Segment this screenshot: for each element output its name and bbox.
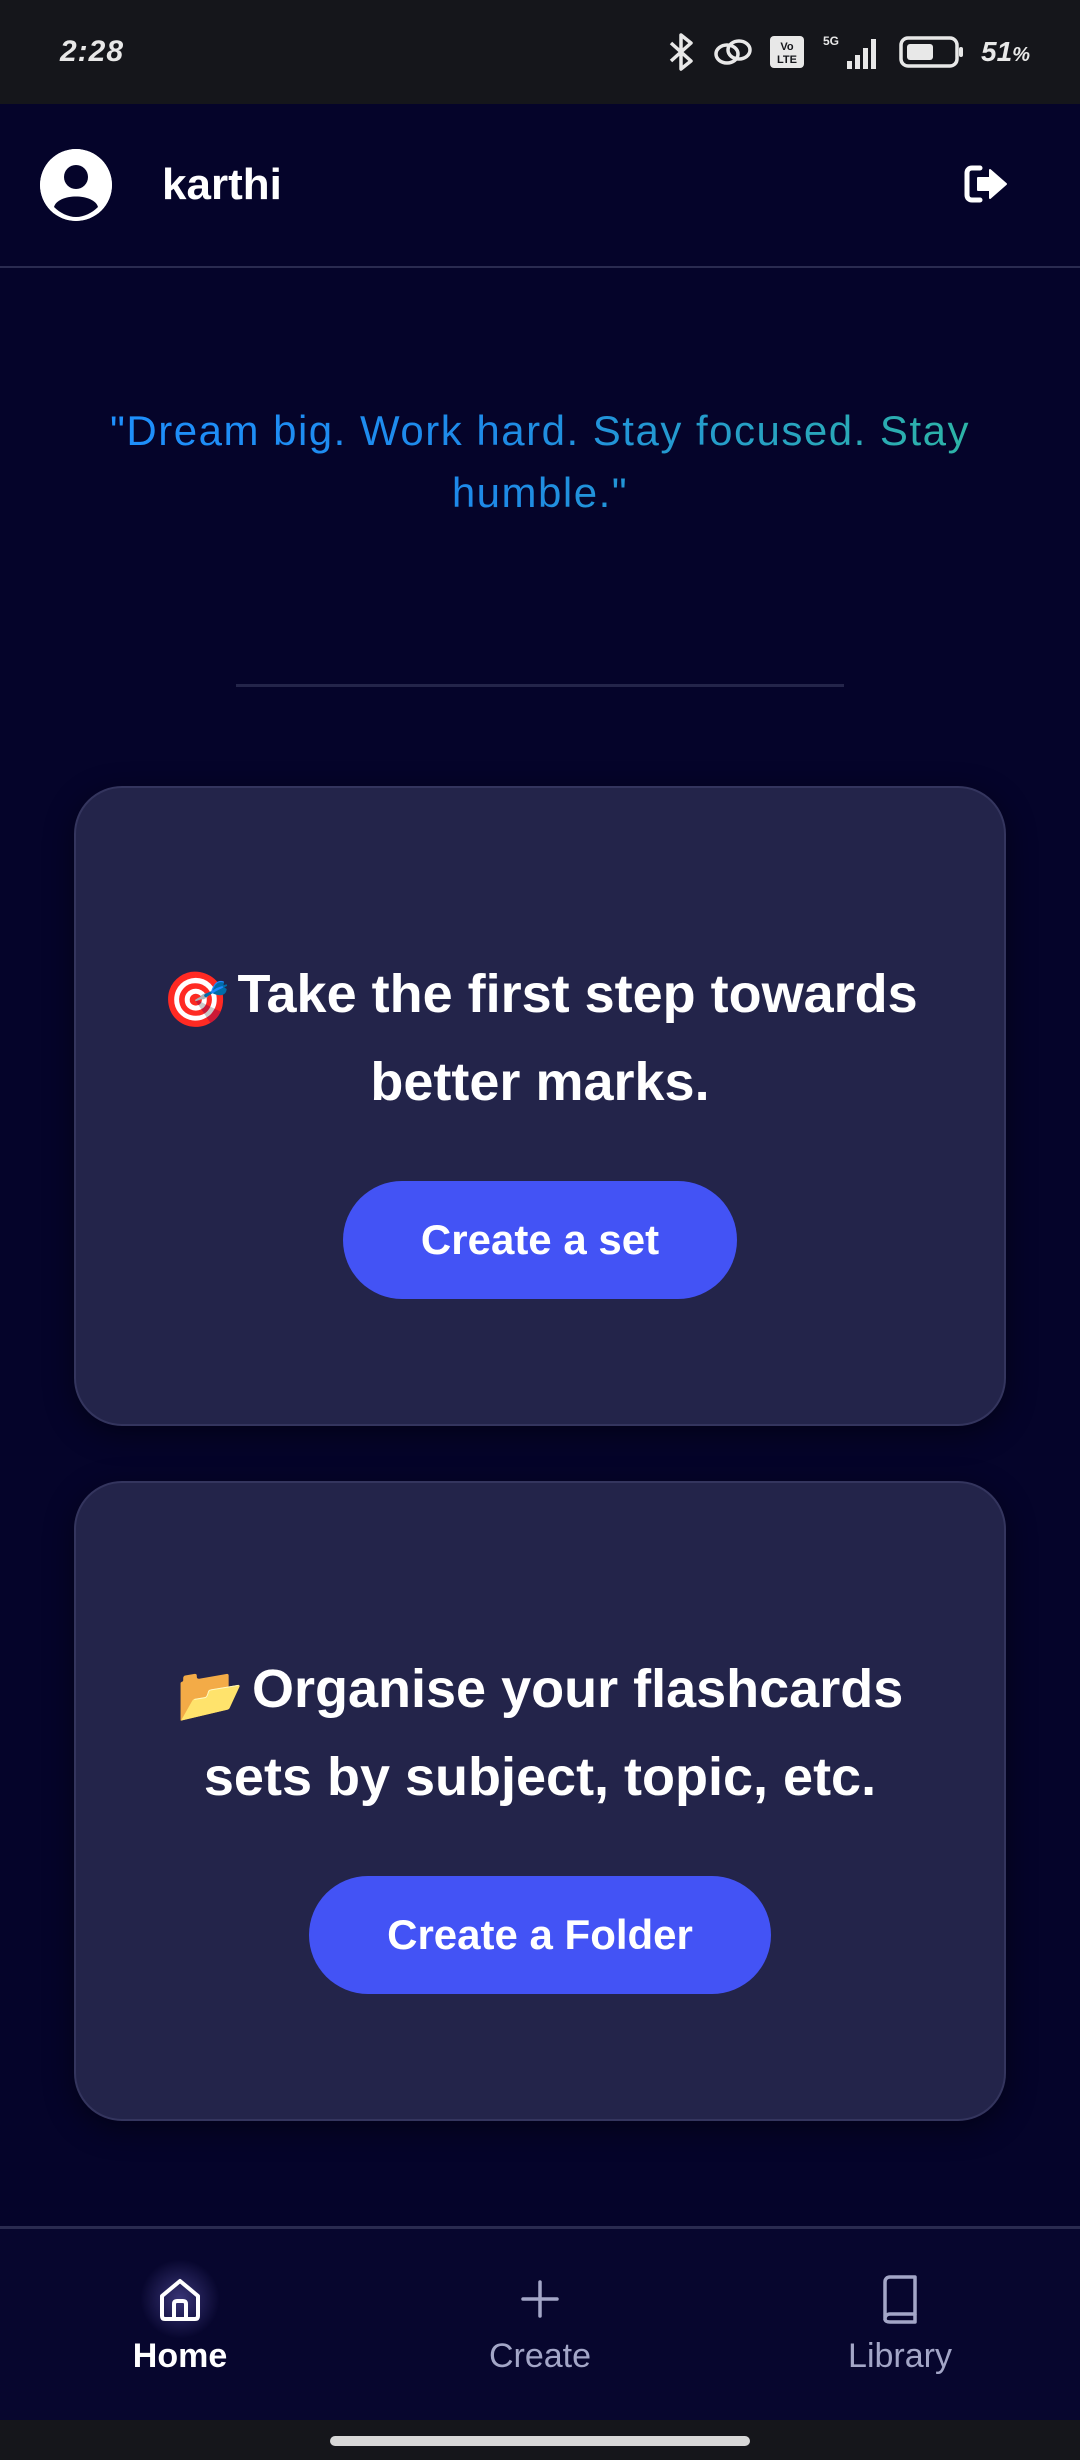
logout-icon xyxy=(964,165,1007,203)
create-set-title: 🎯 Take the first step towards better mark… xyxy=(120,953,960,1123)
signal-icon: 5G xyxy=(821,33,883,71)
folder-icon: 📂 xyxy=(176,1665,244,1725)
logout-button[interactable] xyxy=(962,160,1010,208)
create-set-button[interactable]: Create a set xyxy=(342,1181,738,1299)
create-folder-card: 📂 Organise your flashcards sets by subjec… xyxy=(74,1481,1006,2121)
link-icon xyxy=(713,35,753,69)
svg-text:LTE: LTE xyxy=(777,54,797,66)
gesture-handle[interactable] xyxy=(330,2436,750,2446)
bluetooth-icon xyxy=(667,33,697,71)
nav-create[interactable]: Create xyxy=(420,2229,660,2420)
target-icon: 🎯 xyxy=(162,970,230,1030)
battery-percent: 51% xyxy=(981,36,1030,67)
status-time: 2:28 xyxy=(60,35,125,68)
nav-create-label: Create xyxy=(488,2337,592,2375)
app-screen: 2:28 Vo LTE 5G 51% karthi "Dream big. Wo… xyxy=(0,0,1080,2460)
motivational-quote: "Dream big. Work hard. Stay focused. Sta… xyxy=(60,400,1020,524)
nav-home[interactable]: Home xyxy=(60,2229,300,2420)
bottom-nav: Home Create Library xyxy=(0,2226,1080,2420)
home-icon xyxy=(140,2259,220,2339)
create-folder-title: 📂 Organise your flashcards sets by subjec… xyxy=(120,1648,960,1818)
user-icon xyxy=(40,149,112,221)
svg-text:Vo: Vo xyxy=(780,41,794,53)
nav-home-label: Home xyxy=(132,2337,228,2375)
nav-library-label: Library xyxy=(848,2337,952,2375)
username: karthi xyxy=(162,160,282,209)
svg-text:5G: 5G xyxy=(823,34,839,48)
battery-icon xyxy=(899,35,965,69)
status-bar: 2:28 Vo LTE 5G 51% xyxy=(0,0,1080,104)
volte-icon: Vo LTE xyxy=(769,35,805,69)
app-header: karthi xyxy=(0,104,1080,268)
create-folder-button[interactable]: Create a Folder xyxy=(309,1876,771,1994)
create-set-card: 🎯 Take the first step towards better mark… xyxy=(74,786,1006,1426)
nav-library[interactable]: Library xyxy=(780,2229,1020,2420)
book-icon xyxy=(872,2271,928,2327)
create-folder-text: Organise your flashcards sets by subject… xyxy=(203,1659,904,1807)
status-icons: Vo LTE 5G 51% xyxy=(667,33,1030,71)
avatar[interactable] xyxy=(40,149,112,221)
create-set-text: Take the first step towards better marks… xyxy=(237,964,918,1112)
plus-icon xyxy=(512,2271,568,2327)
divider xyxy=(236,684,844,687)
